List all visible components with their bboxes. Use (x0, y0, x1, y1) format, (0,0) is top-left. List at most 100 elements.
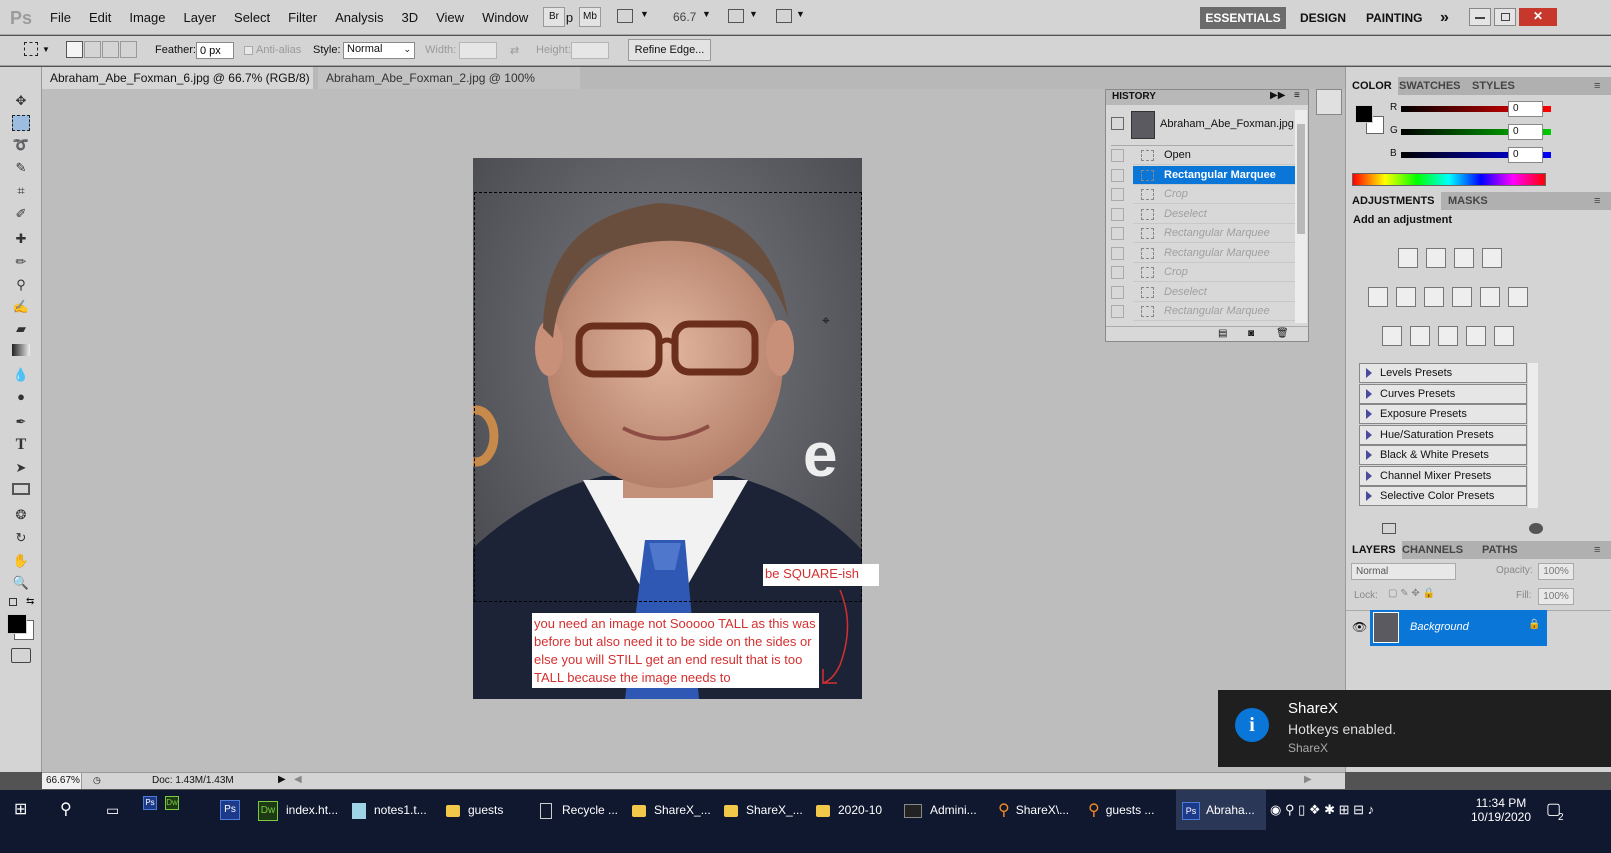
lock-icons[interactable]: ▢ ✎ ✥ 🔒 (1388, 588, 1435, 599)
snapshot-thumbnail[interactable] (1131, 111, 1155, 139)
history-state-checkbox[interactable] (1111, 188, 1124, 201)
preset-item[interactable]: Black & White Presets (1359, 445, 1527, 465)
eye-icon[interactable]: 👁 (1352, 620, 1367, 634)
tab-document[interactable]: Abraham_Abe_Foxman_2.jpg @ 100% (RGB/8) … (318, 67, 580, 107)
tab-adjustments[interactable]: ADJUSTMENTS (1346, 192, 1441, 210)
menu-window[interactable]: Window (482, 10, 528, 25)
chevron-down-icon[interactable]: ▼ (796, 9, 805, 19)
more-workspaces-icon[interactable]: » (1440, 7, 1449, 29)
curves-icon[interactable] (1454, 248, 1474, 268)
snapshot-brush-icon[interactable] (1111, 117, 1124, 130)
preset-item[interactable]: Channel Mixer Presets (1359, 465, 1527, 486)
history-state[interactable]: Deselect (1133, 283, 1297, 302)
tab-document-active[interactable]: Abraham_Abe_Foxman_6.jpg @ 66.7% (RGB/8)… (42, 67, 313, 107)
tab-paths[interactable]: PATHS (1476, 541, 1524, 559)
return-to-list-icon[interactable] (1382, 523, 1396, 534)
history-state-checkbox[interactable] (1111, 246, 1124, 260)
panel-menu-icon[interactable]: ≡ (1588, 192, 1606, 210)
scrollbar-thumb[interactable] (1297, 124, 1305, 234)
layer-row-background[interactable]: Background 🔒 (1370, 610, 1547, 646)
green-input[interactable]: 0 (1508, 124, 1543, 140)
default-colors-icon[interactable] (9, 598, 17, 606)
status-menu-arrow-icon[interactable]: ▶ (278, 774, 286, 785)
hue-saturation-icon[interactable] (1396, 287, 1416, 307)
exposure-icon[interactable] (1482, 248, 1502, 268)
taskbar-item-admin[interactable]: Admini... (904, 790, 977, 830)
task-view-icon[interactable]: ▭ (106, 790, 119, 830)
zoom-tool-icon[interactable]: 🔍 (12, 575, 30, 591)
color-spectrum-bar[interactable] (1352, 173, 1546, 186)
status-zoom[interactable]: 66.67% (42, 773, 82, 789)
clip-to-layer-icon[interactable] (1529, 523, 1543, 534)
snapshot-label[interactable]: Abraham_Abe_Foxman.jpg (1160, 118, 1294, 130)
history-state-checkbox[interactable] (1111, 149, 1124, 162)
eyedropper-tool-icon[interactable]: ✐ (12, 206, 30, 222)
healing-brush-tool-icon[interactable]: ✚ (12, 231, 30, 247)
preset-item[interactable]: Levels Presets (1359, 363, 1527, 383)
tab-masks[interactable]: MASKS (1442, 192, 1494, 210)
clone-stamp-tool-icon[interactable]: ⚲ (12, 277, 30, 293)
refine-edge-button[interactable]: Refine Edge... (628, 39, 711, 61)
scroll-right-icon[interactable]: ▶ (1304, 774, 1312, 785)
intersect-selection-icon[interactable] (120, 41, 137, 58)
taskbar-item-guests-folder[interactable]: guests (446, 790, 503, 830)
preset-item[interactable]: Hue/Saturation Presets (1359, 424, 1527, 445)
windows-start-icon[interactable]: ⊞ (14, 790, 34, 830)
gradient-map-icon[interactable] (1466, 326, 1486, 346)
taskbar-item-index[interactable]: Dw index.ht... (258, 790, 338, 830)
menu-select[interactable]: Select (234, 10, 270, 25)
history-state[interactable]: Deselect (1133, 205, 1297, 224)
history-scrollbar[interactable] (1295, 110, 1307, 323)
trash-icon[interactable]: 🗑 (1276, 328, 1289, 339)
chevron-down-icon[interactable]: ▼ (702, 9, 711, 19)
workspace-essentials[interactable]: ESSENTIALS (1200, 7, 1286, 29)
levels-icon[interactable] (1426, 248, 1446, 268)
lasso-tool-icon[interactable]: ➰ (12, 137, 30, 153)
photoshop-icon[interactable]: Ps (220, 800, 240, 820)
photo-filter-icon[interactable] (1480, 287, 1500, 307)
rectangle-tool-icon[interactable] (12, 483, 30, 495)
search-icon[interactable]: ⚲ (60, 790, 72, 830)
history-state[interactable]: Rectangular Marquee (1133, 302, 1297, 321)
tab-styles[interactable]: STYLES (1466, 77, 1521, 95)
feather-input[interactable] (196, 42, 234, 59)
menu-view[interactable]: View (436, 10, 464, 25)
gradient-tool-icon[interactable] (12, 344, 30, 356)
antialias-checkbox[interactable] (244, 46, 253, 55)
sharex-notification[interactable]: i ShareX Hotkeys enabled. ShareX (1218, 690, 1611, 767)
quick-selection-tool-icon[interactable]: ✎ (12, 160, 30, 176)
brightness-contrast-icon[interactable] (1398, 248, 1418, 268)
subtract-selection-icon[interactable] (102, 41, 119, 58)
taskbar-item-2020-10[interactable]: 2020-10 (816, 790, 882, 830)
taskbar-item-guests-search[interactable]: ⚲ guests ... (1088, 790, 1154, 830)
path-selection-tool-icon[interactable]: ➤ (12, 460, 30, 476)
taskbar-item-recycle[interactable]: Recycle ... (540, 790, 618, 830)
screen-mode-icon[interactable] (776, 9, 792, 23)
dreamweaver-pinned-icon[interactable]: Dw (165, 796, 179, 810)
pen-tool-icon[interactable]: ✒ (12, 414, 30, 430)
taskbar-item-photoshop-active[interactable]: Ps Abraha... (1176, 790, 1266, 830)
swap-icon[interactable]: ⇄ (510, 44, 519, 57)
history-state-checkbox[interactable] (1111, 305, 1124, 318)
history-state[interactable]: Crop (1133, 185, 1297, 204)
crop-tool-icon[interactable]: ⌗ (12, 183, 30, 199)
history-state-checkbox[interactable] (1111, 266, 1124, 279)
menu-3d[interactable]: 3D (401, 10, 418, 25)
tab-layers[interactable]: LAYERS (1346, 541, 1402, 559)
threshold-icon[interactable] (1438, 326, 1458, 346)
preset-item[interactable]: Selective Color Presets (1359, 486, 1527, 506)
taskbar-item-sharex-search[interactable]: ⚲ ShareX\... (998, 790, 1069, 830)
black-white-icon[interactable] (1452, 287, 1472, 307)
fill-input[interactable]: 100% (1538, 588, 1574, 605)
menu-image[interactable]: Image (129, 10, 165, 25)
red-input[interactable]: 0 (1508, 101, 1543, 117)
selective-color-icon[interactable] (1494, 326, 1514, 346)
workspace-design[interactable]: DESIGN (1300, 7, 1346, 29)
history-state-checkbox[interactable] (1111, 207, 1124, 221)
bridge-button[interactable]: Br (543, 7, 565, 27)
chevron-down-icon[interactable]: ▼ (749, 9, 758, 19)
photoshop-pinned-icon[interactable]: Ps (143, 796, 157, 810)
foreground-color-swatch[interactable] (7, 614, 27, 634)
tab-color[interactable]: COLOR (1346, 77, 1398, 95)
history-state[interactable]: Open (1133, 146, 1297, 165)
